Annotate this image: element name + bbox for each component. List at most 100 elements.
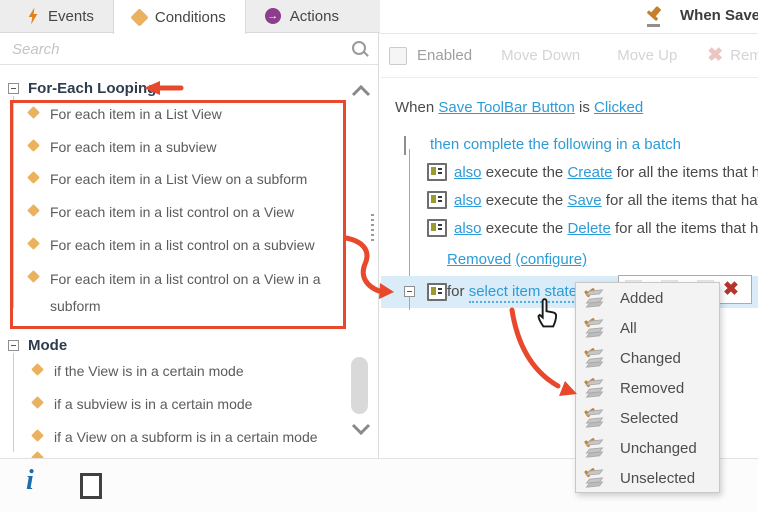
remove-label[interactable]: Remove: [730, 47, 758, 64]
list-item-icon: [427, 191, 447, 209]
tree-section-label: Mode: [28, 337, 67, 354]
menu-item-label: Removed: [620, 380, 684, 397]
row-text: execute the: [482, 192, 568, 209]
item-state-menu: Added All Changed Removed Selected Uncha…: [575, 282, 720, 493]
event-target-link[interactable]: Save ToolBar Button: [438, 99, 574, 116]
method-link[interactable]: Save: [567, 192, 601, 209]
event-name-link[interactable]: Clicked: [594, 99, 643, 116]
also-link[interactable]: also: [454, 192, 482, 209]
rule-row[interactable]: also execute the Create for all the item…: [427, 163, 758, 181]
search-bar: [0, 33, 378, 65]
tree-section-for-each[interactable]: For-Each Looping: [8, 80, 156, 97]
state-layers-icon: [586, 350, 605, 367]
state-layers-icon: [586, 380, 605, 397]
method-link[interactable]: Delete: [567, 220, 610, 237]
diamond-icon: [32, 364, 44, 376]
menu-item-unselected[interactable]: Unselected: [576, 463, 719, 493]
enabled-label: Enabled: [417, 47, 472, 64]
menu-item-selected[interactable]: Selected: [576, 403, 719, 433]
row-text: for all the items that have: [602, 192, 758, 209]
gavel-icon: [643, 5, 667, 29]
select-item-state-link[interactable]: select item state: [469, 283, 577, 303]
menu-item-label: Changed: [620, 350, 681, 367]
scrollbar-thumb[interactable]: [351, 357, 368, 414]
diamond-icon: [32, 397, 44, 409]
rule-designer-window: Events Conditions → Actions When Save To…: [0, 0, 758, 512]
row-text: for all the items that hav: [611, 220, 758, 237]
collapse-icon[interactable]: [8, 340, 19, 351]
state-layers-icon: [586, 290, 605, 307]
list-item-icon: [427, 219, 447, 237]
rule-connector: [409, 149, 410, 284]
diamond-icon: [130, 8, 148, 26]
delete-row-button[interactable]: ✖: [723, 278, 739, 301]
tree-item[interactable]: if a View on a subform is in a certain m…: [32, 429, 318, 445]
menu-item-all[interactable]: All: [576, 313, 719, 343]
tree-item[interactable]: if a subview is in a certain mode: [32, 396, 252, 412]
tree-connector: [13, 353, 14, 452]
diamond-icon: [32, 430, 44, 442]
tab-actions[interactable]: → Actions: [246, 0, 358, 32]
menu-item-unchanged[interactable]: Unchanged: [576, 433, 719, 463]
tab-bar: Events Conditions → Actions: [0, 0, 380, 33]
tab-conditions[interactable]: Conditions: [113, 0, 246, 34]
menu-item-label: Added: [620, 290, 663, 307]
collapse-icon[interactable]: [404, 136, 406, 155]
rule-title: When Save ToolB: [680, 7, 758, 24]
configure-link[interactable]: (configure): [515, 251, 587, 268]
scroll-up-icon[interactable]: [350, 84, 372, 98]
also-link[interactable]: also: [454, 220, 482, 237]
state-layers-icon: [586, 470, 605, 487]
menu-item-label: All: [620, 320, 637, 337]
rule-title-bar: When Save ToolB: [380, 0, 758, 34]
method-link[interactable]: Create: [567, 164, 612, 181]
menu-item-label: Unselected: [620, 470, 695, 487]
collapse-icon[interactable]: [8, 83, 19, 94]
tab-events-label: Events: [48, 8, 94, 25]
tab-actions-label: Actions: [290, 8, 339, 25]
arrow-circle-icon: →: [265, 8, 281, 24]
remove-icon[interactable]: ✖: [707, 46, 723, 65]
search-icon[interactable]: [352, 41, 366, 55]
tree-item[interactable]: if the View is in a certain mode: [32, 363, 244, 379]
removed-link[interactable]: Removed: [447, 251, 511, 268]
tree-item-label: if the View is in a certain mode: [54, 363, 244, 379]
state-layers-icon: [586, 410, 605, 427]
also-link[interactable]: also: [454, 164, 482, 181]
state-layers-icon: [586, 440, 605, 457]
tree-section-mode[interactable]: Mode: [8, 337, 67, 354]
panel-divider: [378, 33, 379, 458]
lightning-icon: [27, 8, 39, 25]
menu-item-removed[interactable]: Removed: [576, 373, 719, 403]
scroll-down-icon[interactable]: [350, 422, 372, 436]
window-icon[interactable]: [80, 473, 102, 499]
when-text: When: [395, 99, 438, 116]
rule-toolbar: Enabled Move Down Move Up ✖ Remove: [381, 34, 758, 78]
rule-row[interactable]: also execute the Save for all the items …: [427, 191, 758, 209]
tab-events[interactable]: Events: [8, 0, 113, 32]
menu-item-label: Unchanged: [620, 440, 697, 457]
panel-splitter[interactable]: [371, 214, 374, 241]
list-item-icon: [427, 163, 447, 181]
rule-when-line: When Save ToolBar Button is Clicked: [395, 99, 643, 116]
move-down-label[interactable]: Move Down: [501, 47, 580, 64]
info-icon[interactable]: i: [26, 467, 34, 495]
enabled-checkbox[interactable]: [389, 47, 407, 65]
tree-item-label: if a View on a subform is in a certain m…: [54, 429, 318, 445]
search-input[interactable]: [10, 36, 344, 62]
menu-item-changed[interactable]: Changed: [576, 343, 719, 373]
tree-section-label: For-Each Looping: [28, 80, 156, 97]
tab-conditions-label: Conditions: [155, 9, 226, 26]
batch-label[interactable]: then complete the following in a batch: [430, 136, 681, 153]
tree-item-label: if a subview is in a certain mode: [54, 396, 252, 412]
move-up-label[interactable]: Move Up: [617, 47, 677, 64]
rule-row-continuation: Removed (configure): [447, 251, 587, 268]
is-text: is: [575, 99, 594, 116]
menu-item-added[interactable]: Added: [576, 283, 719, 313]
annotation-red-rectangle: [10, 100, 346, 329]
row-text: execute the: [482, 220, 568, 237]
state-layers-icon: [586, 320, 605, 337]
collapse-icon[interactable]: [404, 286, 415, 297]
rule-row[interactable]: also execute the Delete for all the item…: [427, 219, 758, 237]
list-item-icon: [427, 283, 447, 301]
